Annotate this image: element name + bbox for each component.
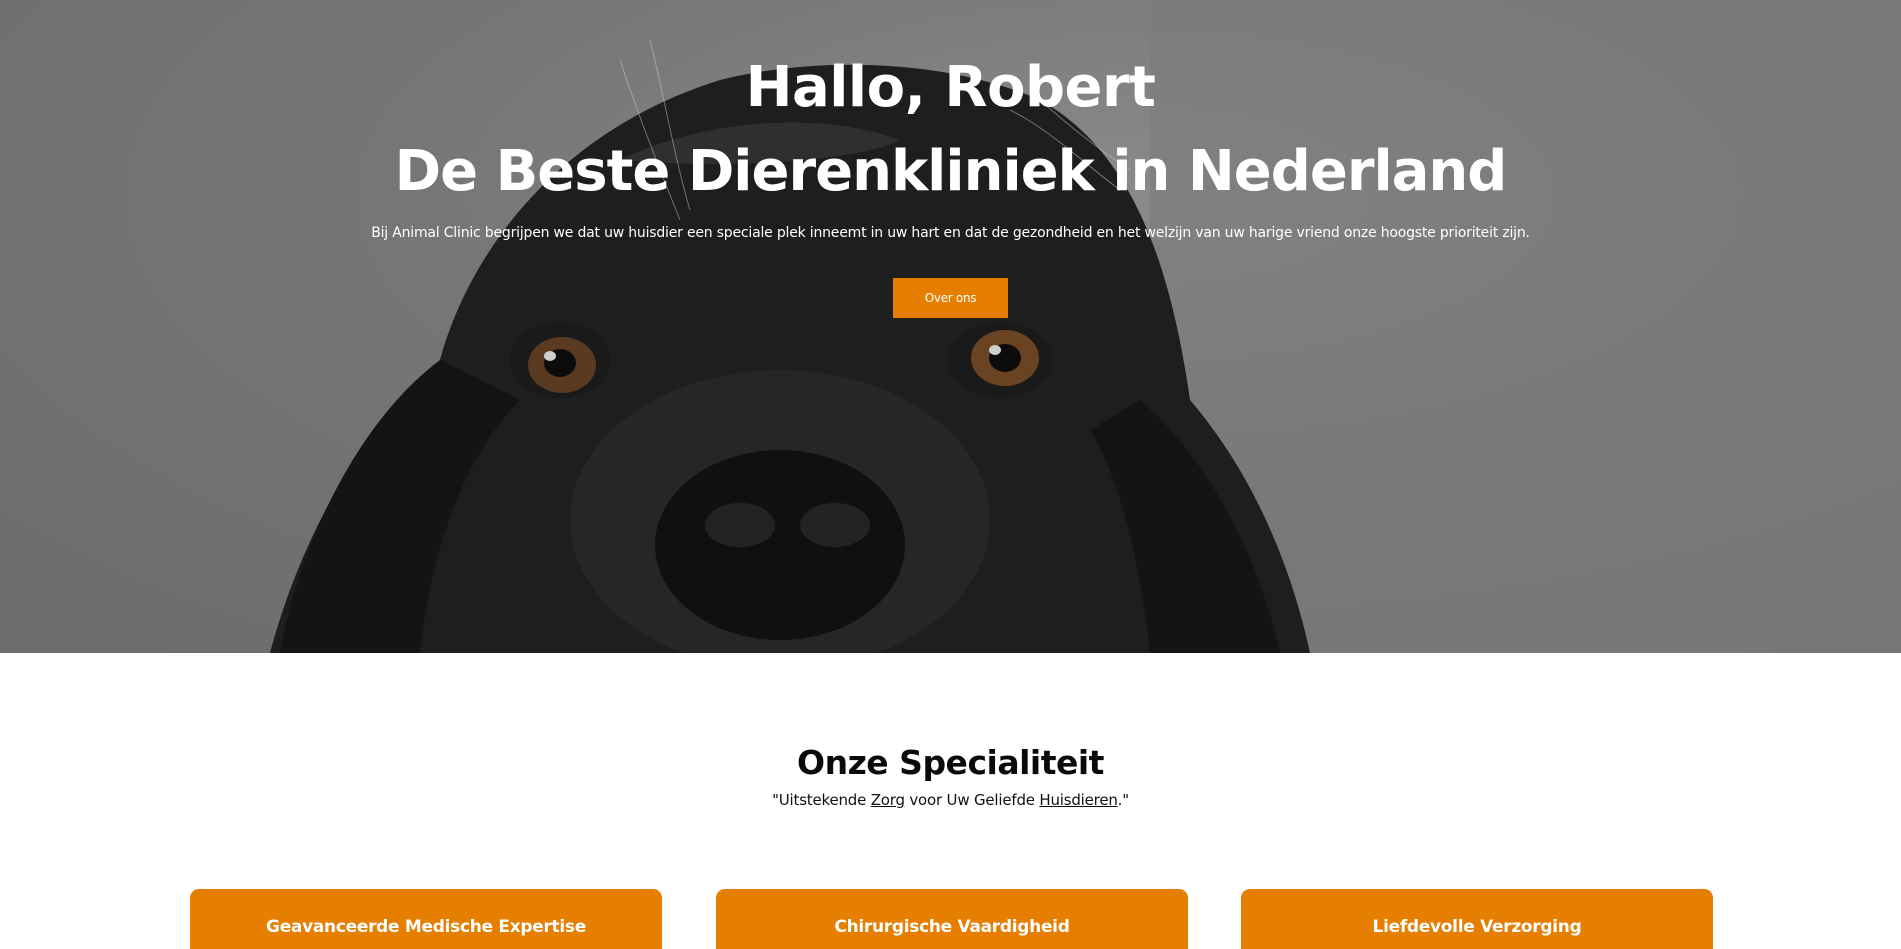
specialty-card-medical[interactable]: Geavanceerde Medische Expertise	[190, 889, 662, 949]
link-zorg[interactable]: Zorg	[871, 791, 905, 809]
specialty-quote: "Uitstekende Zorg voor Uw Geliefde Huisd…	[0, 791, 1901, 809]
card-title: Liefdevolle Verzorging	[1372, 917, 1582, 937]
link-huisdieren[interactable]: Huisdieren	[1039, 791, 1117, 809]
quote-mid: voor Uw Geliefde	[904, 791, 1040, 809]
quote-close: ."	[1117, 791, 1129, 809]
specialty-title: Onze Specialiteit	[797, 743, 1104, 782]
specialty-card-care[interactable]: Liefdevolle Verzorging	[1241, 889, 1713, 949]
card-title: Geavanceerde Medische Expertise	[266, 917, 586, 937]
hero-title: De Beste Dierenkliniek in Nederland	[394, 139, 1508, 204]
hero-section: Hallo, Robert De Beste Dierenkliniek in …	[0, 0, 1901, 653]
specialty-card-surgical[interactable]: Chirurgische Vaardigheid	[716, 889, 1188, 949]
hero-greeting: Hallo, Robert	[745, 55, 1156, 120]
hero-subtitle: Bij Animal Clinic begrijpen we dat uw hu…	[371, 225, 1530, 241]
quote-open: "Uitstekende	[772, 791, 871, 809]
about-us-button[interactable]: Over ons	[893, 278, 1008, 318]
card-title: Chirurgische Vaardigheid	[834, 917, 1070, 937]
